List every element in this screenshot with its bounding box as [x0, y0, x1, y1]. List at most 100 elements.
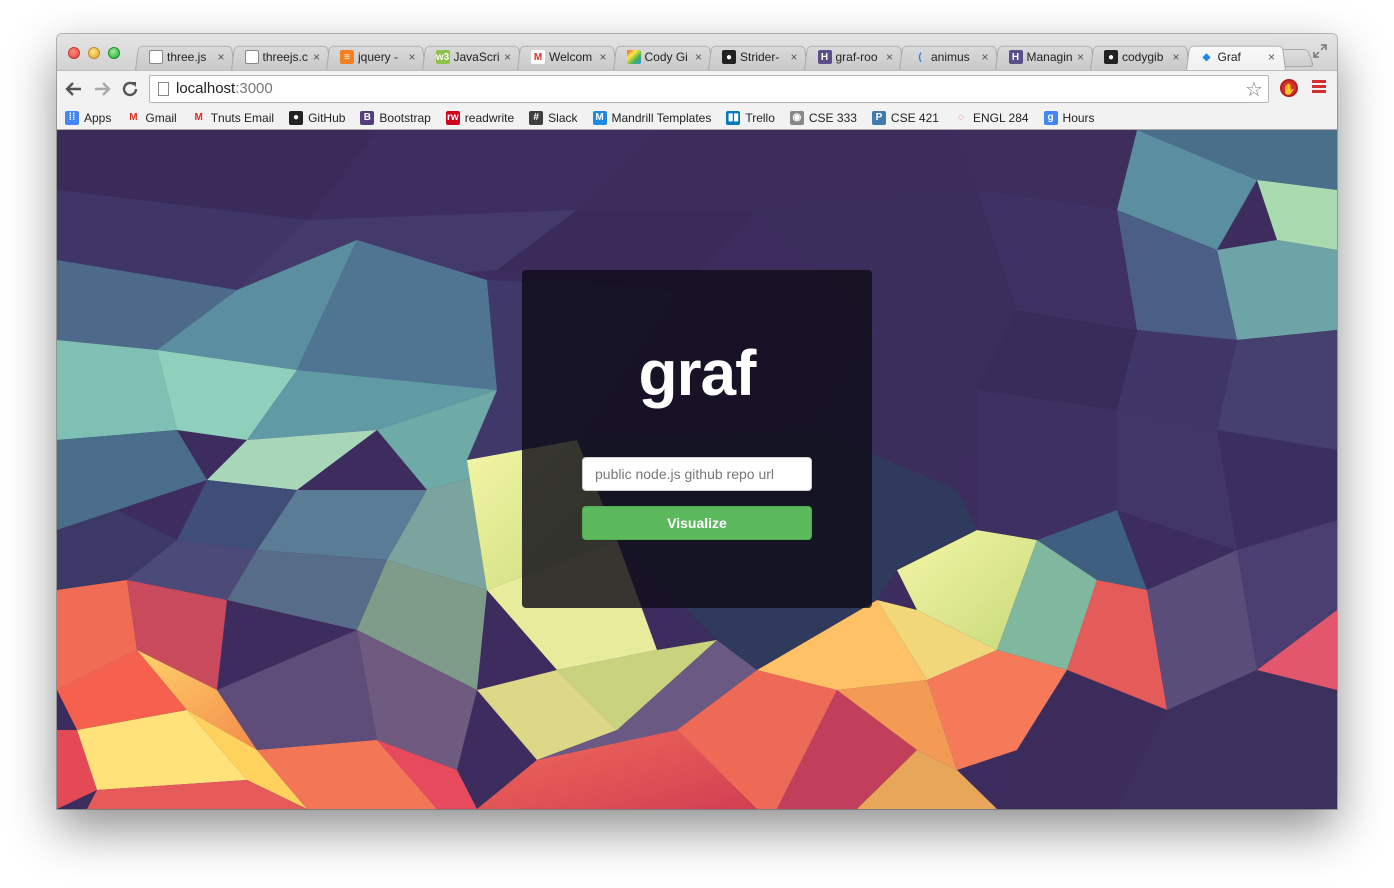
tab-close-icon[interactable]: × [1075, 50, 1087, 64]
cse-icon: ◉ [789, 110, 804, 125]
browser-tab[interactable]: M Welcom × [517, 44, 617, 70]
tab-title: Managin [1026, 50, 1073, 64]
visualize-button[interactable]: Visualize [582, 506, 812, 540]
bookmark-label: Gmail [145, 110, 177, 125]
tab-title: animus [931, 50, 970, 64]
github-icon: ● [722, 50, 736, 64]
page-icon [149, 50, 163, 64]
tab-close-icon[interactable]: × [788, 50, 800, 64]
bookmark-label: Trello [745, 110, 775, 125]
tab-strip: three.js × threejs.c × ≡ jquery - × w3 JavaScri ×… [57, 34, 1337, 70]
tab-close-icon[interactable]: × [1266, 50, 1278, 64]
bookmark-label: readwrite [464, 110, 515, 125]
slack-icon: # [529, 110, 544, 125]
bookmark-label: Bootstrap [379, 110, 431, 125]
browser-tab[interactable]: ( animus × [899, 44, 999, 70]
app-logo: graf [638, 337, 757, 409]
heroku-icon: H [817, 50, 832, 64]
javascript-icon: w3 [435, 50, 450, 64]
tab-close-icon[interactable]: × [215, 50, 227, 64]
bookmark-item[interactable]: ⁞⁞ Apps [65, 110, 111, 125]
google-icon: g [1043, 110, 1058, 125]
bookmark-label: CSE 333 [808, 110, 857, 125]
bookmark-item[interactable]: M Gmail [126, 110, 177, 125]
address-bar[interactable]: localhost:3000 [149, 75, 1269, 103]
login-card: graf Visualize [522, 270, 872, 608]
page-content: graf Visualize [57, 130, 1337, 809]
trello-icon: ▮▮ [726, 110, 741, 125]
back-arrow-icon [65, 82, 81, 96]
bookmark-item[interactable]: ◌ ENGL 284 [954, 111, 1029, 125]
close-window-button[interactable] [68, 47, 80, 59]
bookmark-item[interactable]: P CSE 421 [871, 110, 939, 125]
bookmark-label: Mandrill Templates [611, 110, 712, 125]
piazza-icon: P [871, 110, 886, 125]
back-button[interactable] [63, 78, 85, 100]
browser-tab[interactable]: ◆ Graf × [1186, 44, 1286, 70]
diamond-icon: ◆ [1202, 51, 1211, 63]
browser-tab[interactable]: threejs.c × [231, 44, 331, 70]
tab-title: Welcom [549, 50, 593, 64]
tab-close-icon[interactable]: × [311, 50, 323, 64]
tab-title: threejs.c [262, 50, 308, 64]
reload-icon [122, 81, 138, 97]
forward-button[interactable] [91, 78, 113, 100]
browser-tab[interactable]: ● codygib × [1090, 44, 1190, 70]
bookmark-item[interactable]: M Mandrill Templates [592, 110, 712, 125]
browser-tab[interactable]: ≡ jquery - × [326, 44, 426, 70]
browser-tab[interactable]: Cody Gi × [613, 44, 713, 70]
browser-tab[interactable]: w3 JavaScri × [422, 44, 522, 70]
spinner-icon: ( [918, 51, 922, 63]
github-icon: ● [1104, 50, 1118, 64]
browser-tab[interactable]: H Managin × [995, 44, 1095, 70]
bookmark-item[interactable]: g Hours [1043, 110, 1095, 125]
bookmark-item[interactable]: ● GitHub [289, 110, 346, 125]
engl-icon: ◌ [957, 112, 964, 123]
tab-title: codygib [1122, 50, 1164, 64]
gmail-icon: M [531, 50, 545, 64]
bookmark-label: Hours [1062, 110, 1095, 125]
bookmark-label: ENGL 284 [972, 110, 1029, 125]
bookmark-item[interactable]: ▮▮ Trello [726, 110, 775, 125]
bookmark-label: GitHub [308, 110, 346, 125]
mandrill-icon: M [592, 110, 607, 125]
browser-tab[interactable]: ● Strider- × [708, 44, 808, 70]
bookmark-item[interactable]: M Tnuts Email [192, 110, 275, 125]
bookmarks-bar: ⁞⁞ Apps M Gmail M Tnuts Email ● GitHub B Bootstra… [57, 106, 1337, 130]
tab-close-icon[interactable]: × [979, 50, 991, 64]
fullscreen-icon[interactable] [1313, 44, 1327, 58]
tab-title: graf-roo [835, 50, 878, 64]
tab-title: jquery - [358, 50, 399, 64]
tab-close-icon[interactable]: × [693, 50, 705, 64]
github-icon: ● [289, 110, 304, 125]
browser-tab[interactable]: Hgraf-roo × [804, 44, 904, 70]
forward-arrow-icon [95, 82, 111, 96]
bookmark-item[interactable]: B Bootstrap [360, 110, 431, 125]
chrome-menu-icon[interactable] [1312, 80, 1326, 94]
bookmark-item[interactable]: rw readwrite [445, 110, 515, 125]
url-host: localhost [176, 80, 236, 97]
tab-close-icon[interactable]: × [1170, 50, 1182, 64]
bookmark-star-icon[interactable]: ☆ [1245, 77, 1263, 102]
minimize-window-button[interactable] [88, 47, 100, 59]
gmail-icon: M [129, 112, 138, 123]
gmail-icon: M [194, 112, 203, 123]
reload-button[interactable] [119, 78, 141, 100]
bookmark-item[interactable]: ◉ CSE 333 [789, 110, 857, 125]
browser-toolbar: localhost:3000 ☆ ✋ [57, 70, 1337, 106]
tab-close-icon[interactable]: × [502, 50, 514, 64]
tab-title: Cody Gi [644, 50, 688, 64]
bookmark-label: Tnuts Email [210, 110, 275, 125]
tab-close-icon[interactable]: × [884, 50, 896, 64]
browser-tab[interactable]: three.js × [135, 44, 235, 70]
tab-close-icon[interactable]: × [406, 50, 418, 64]
apps-grid-icon: ⁞⁞ [65, 110, 79, 125]
tab-title: three.js [167, 50, 207, 64]
bookmark-item[interactable]: # Slack [529, 110, 578, 125]
tab-title: Graf [1217, 50, 1241, 64]
adblock-extension-icon[interactable]: ✋ [1280, 79, 1298, 97]
zoom-window-button[interactable] [108, 47, 120, 59]
tab-title: JavaScri [453, 50, 500, 64]
tab-close-icon[interactable]: × [597, 50, 609, 64]
repo-url-input[interactable] [582, 457, 812, 491]
